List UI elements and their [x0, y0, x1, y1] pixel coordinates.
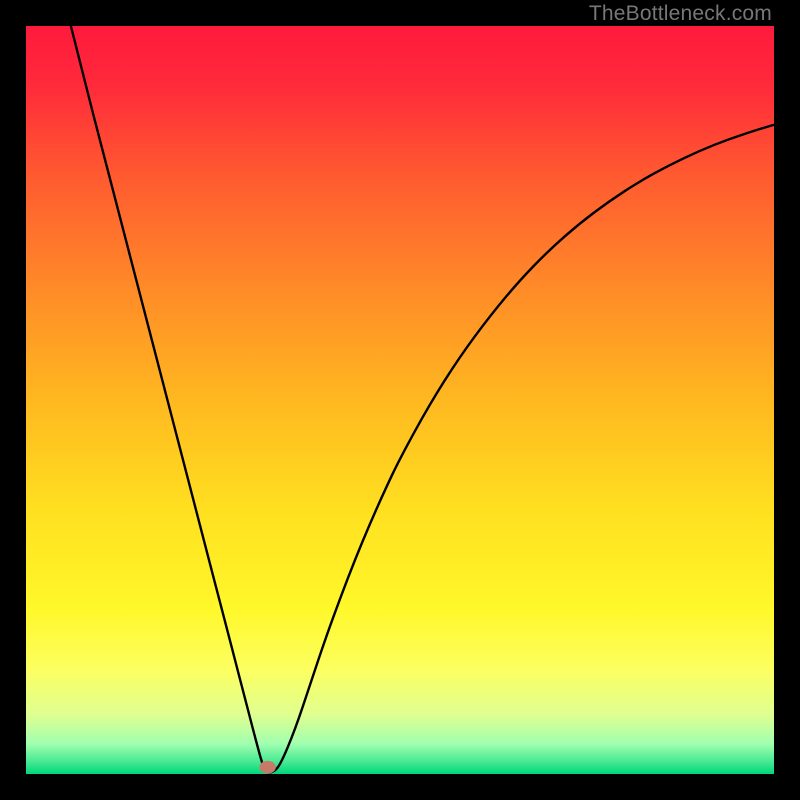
watermark-label: TheBottleneck.com: [589, 2, 772, 26]
gradient-background: [26, 26, 774, 774]
optimal-point-marker: [259, 761, 275, 774]
plot-frame: [26, 26, 774, 774]
bottleneck-chart: [26, 26, 774, 774]
